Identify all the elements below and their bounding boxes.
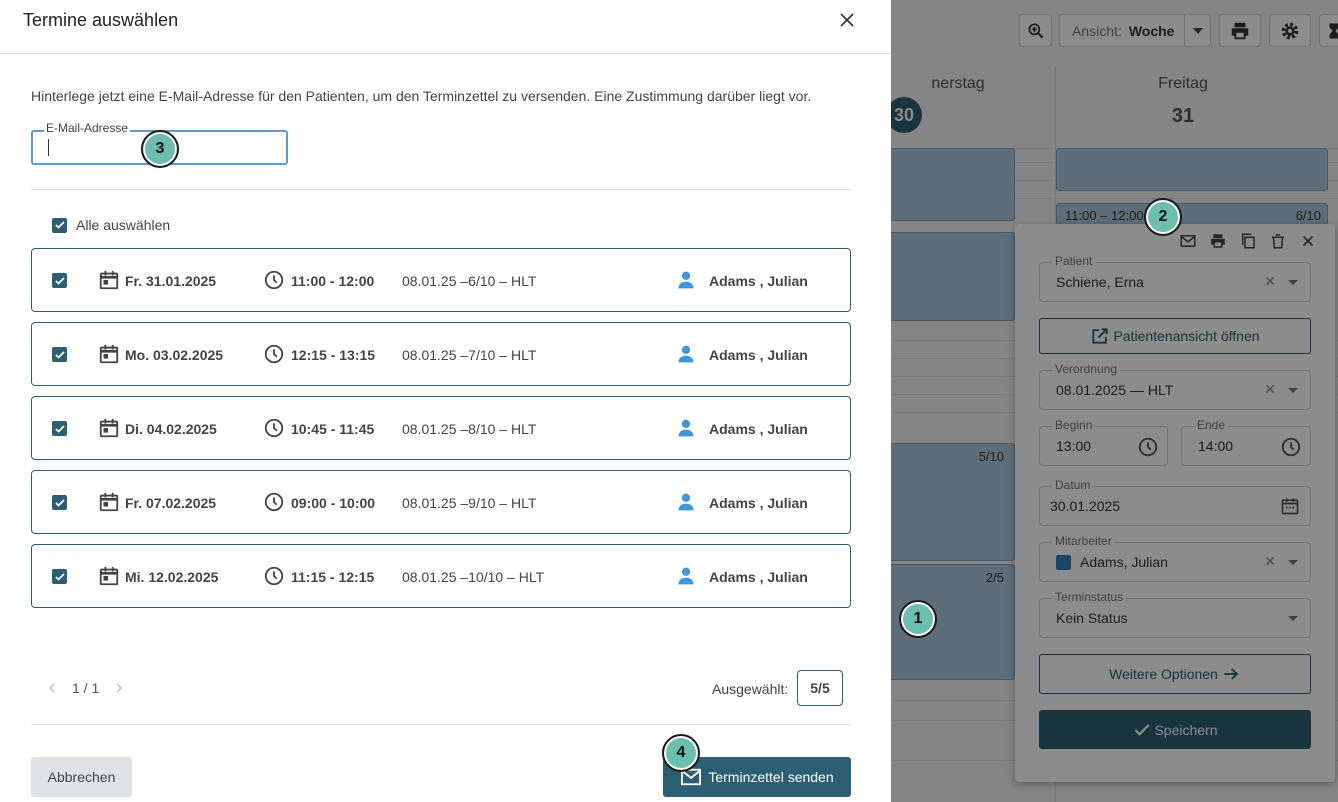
- divider: [31, 724, 851, 725]
- appointment-date: Fr. 31.01.2025: [125, 273, 217, 289]
- appointment-date: Di. 04.02.2025: [125, 421, 217, 437]
- info-text: Hinterlege jetzt eine E-Mail-Adresse für…: [31, 88, 812, 104]
- appointment-time: 11:00 - 12:00: [291, 273, 375, 289]
- send-label: Terminzettel senden: [708, 769, 834, 785]
- user-icon: [676, 492, 696, 517]
- calendar-icon: [98, 417, 120, 444]
- clock-icon: [263, 565, 285, 592]
- prescription-ref: 08.01.25 –6/10 – HLT: [402, 273, 537, 289]
- calendar-icon: [98, 491, 120, 518]
- select-all-checkbox[interactable]: Alle auswählen: [52, 217, 170, 233]
- select-appointments-dialog: Termine auswählen Hinterlege jetzt eine …: [0, 0, 891, 802]
- prescription-ref: 08.01.25 –8/10 – HLT: [402, 421, 537, 437]
- close-icon: [840, 13, 854, 27]
- calendar-icon: [98, 269, 120, 296]
- employee-name: Adams , Julian: [709, 569, 808, 585]
- check-icon: [54, 221, 65, 229]
- calendar-icon: [98, 565, 120, 592]
- user-icon: [676, 270, 696, 295]
- prescription-ref: 08.01.25 –7/10 – HLT: [402, 347, 537, 363]
- step-marker-3: 3: [141, 130, 179, 168]
- row-checkbox[interactable]: [52, 347, 67, 362]
- dialog-title: Termine auswählen: [23, 10, 179, 30]
- checkbox-checked[interactable]: [52, 217, 67, 233]
- appointment-time: 11:15 - 12:15: [291, 569, 375, 585]
- selected-count: 5/5: [797, 670, 843, 706]
- appointment-row[interactable]: Mi. 12.02.2025 11:15 - 12:15 08.01.25 –10/…: [31, 544, 851, 608]
- cancel-button[interactable]: Abbrechen: [31, 757, 132, 797]
- appointment-row[interactable]: Di. 04.02.2025 10:45 - 11:45 08.01.25 –8/1…: [31, 396, 851, 460]
- divider: [31, 189, 851, 190]
- calendar-icon: [98, 343, 120, 370]
- user-icon: [676, 344, 696, 369]
- chevron-right-icon[interactable]: [113, 681, 125, 695]
- chevron-left-icon[interactable]: [46, 681, 58, 695]
- step-marker-1: 1: [899, 600, 937, 638]
- prescription-ref: 08.01.25 –10/10 – HLT: [402, 569, 545, 585]
- appointment-date: Mo. 03.02.2025: [125, 347, 224, 363]
- step-marker-2: 2: [1144, 198, 1182, 236]
- appointment-row[interactable]: Fr. 31.01.2025 11:00 - 12:00 08.01.25 –6/1…: [31, 248, 851, 312]
- divider: [0, 53, 891, 54]
- appointment-time: 10:45 - 11:45: [291, 421, 375, 437]
- clock-icon: [263, 491, 285, 518]
- appointment-date: Mi. 12.02.2025: [125, 569, 219, 585]
- row-checkbox[interactable]: [52, 273, 67, 288]
- employee-name: Adams , Julian: [709, 421, 808, 437]
- clock-icon: [263, 343, 285, 370]
- appointment-time: 09:00 - 10:00: [291, 495, 376, 511]
- select-all-label: Alle auswählen: [76, 217, 171, 233]
- appointment-row[interactable]: Mo. 03.02.2025 12:15 - 13:15 08.01.25 –7/1…: [31, 322, 851, 386]
- prescription-ref: 08.01.25 –9/10 – HLT: [402, 495, 537, 511]
- row-checkbox[interactable]: [52, 569, 67, 584]
- text-cursor: [48, 139, 49, 156]
- row-checkbox[interactable]: [52, 421, 67, 436]
- employee-name: Adams , Julian: [709, 347, 808, 363]
- clock-icon: [263, 269, 285, 296]
- dialog-close-button[interactable]: [835, 8, 859, 32]
- page-indicator: 1 / 1: [72, 680, 100, 696]
- employee-name: Adams , Julian: [709, 495, 808, 511]
- appointment-date: Fr. 07.02.2025: [125, 495, 217, 511]
- employee-name: Adams , Julian: [709, 273, 808, 289]
- user-icon: [676, 418, 696, 443]
- pagination: 1 / 1: [46, 680, 125, 696]
- selected-label: Ausgewählt:: [712, 681, 789, 697]
- clock-icon: [263, 417, 285, 444]
- step-marker-4: 4: [662, 734, 700, 772]
- appointment-row[interactable]: Fr. 07.02.2025 09:00 - 10:00 08.01.25 –9/1…: [31, 470, 851, 534]
- appointment-time: 12:15 - 13:15: [291, 347, 376, 363]
- row-checkbox[interactable]: [52, 495, 67, 510]
- user-icon: [676, 566, 696, 591]
